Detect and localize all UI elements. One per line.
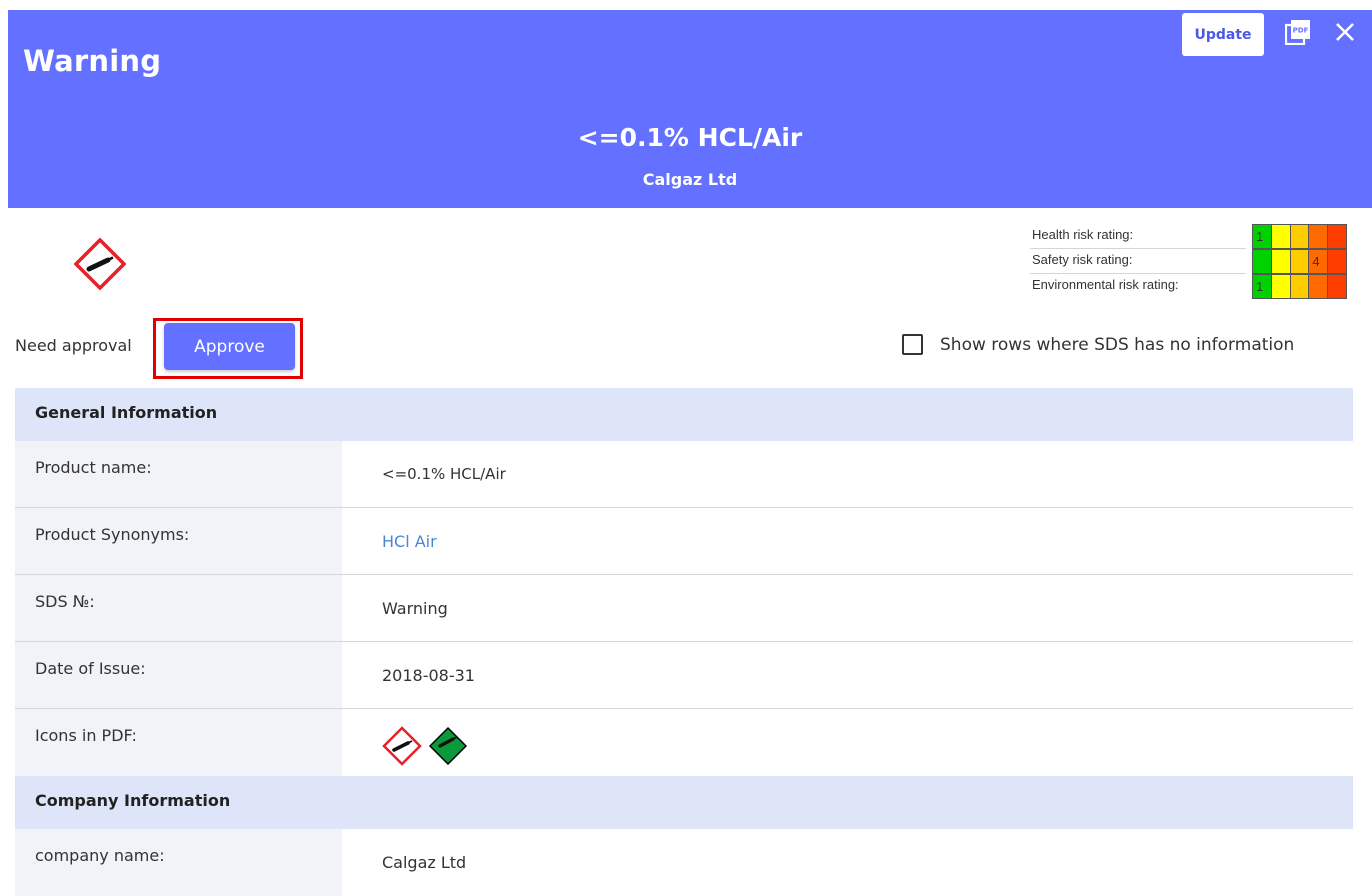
safety-risk-scale: 4	[1252, 249, 1352, 274]
risk-cell	[1327, 274, 1347, 299]
risk-cell	[1270, 224, 1291, 249]
risk-cell	[1289, 224, 1310, 249]
svg-text:PDF: PDF	[1293, 27, 1309, 35]
company-name-value: Calgaz Ltd	[382, 853, 467, 872]
risk-cell	[1270, 274, 1291, 299]
update-button[interactable]: Update	[1182, 13, 1264, 56]
safety-risk-label: Safety risk rating:	[1032, 252, 1133, 267]
green-gas-cylinder-icon	[428, 726, 468, 766]
risk-cell	[1308, 274, 1329, 299]
environmental-risk-value: 1	[1252, 274, 1272, 299]
approval-status: Need approval	[15, 336, 132, 355]
pdf-icon[interactable]: PDF	[1285, 19, 1311, 45]
environmental-risk-label: Environmental risk rating:	[1032, 277, 1179, 292]
gas-cylinder-icon	[73, 237, 127, 291]
company-name-label: company name:	[15, 829, 342, 896]
risk-cell	[1308, 224, 1329, 249]
risk-cell	[1252, 249, 1272, 274]
approve-button[interactable]: Approve	[164, 323, 295, 370]
date-of-issue-value: 2018-08-31	[382, 666, 475, 685]
risk-cell	[1289, 249, 1310, 274]
table-row: SDS №: Warning	[15, 575, 1353, 642]
safety-risk-row: Safety risk rating: 4	[1030, 249, 1353, 274]
environmental-risk-scale: 1	[1252, 274, 1352, 299]
sds-info-table: General Information Product name: <=0.1%…	[15, 388, 1353, 896]
health-risk-label: Health risk rating:	[1032, 227, 1134, 242]
product-synonyms-link[interactable]: HCl Air	[342, 508, 1353, 574]
signal-word-title: Warning	[23, 44, 162, 78]
product-title: <=0.1% HCL/Air	[577, 123, 803, 152]
risk-cell	[1289, 274, 1310, 299]
sds-header: Warning <=0.1% HCL/Air Calgaz Ltd Update…	[8, 10, 1372, 208]
environmental-risk-row: Environmental risk rating: 1	[1030, 274, 1353, 299]
table-row: Product name: <=0.1% HCL/Air	[15, 441, 1353, 508]
show-empty-rows-toggle[interactable]: Show rows where SDS has no information	[902, 334, 1294, 355]
company-subtitle: Calgaz Ltd	[642, 170, 738, 189]
health-risk-row: Health risk rating: 1	[1030, 224, 1353, 249]
table-row: Product Synonyms: HCl Air	[15, 508, 1353, 575]
product-name-label: Product name:	[15, 441, 342, 507]
icons-in-pdf-value	[342, 709, 1353, 776]
close-icon[interactable]	[1334, 21, 1356, 43]
product-synonyms-label: Product Synonyms:	[15, 508, 342, 574]
table-row: Date of Issue: 2018-08-31	[15, 642, 1353, 709]
section-company-information: Company Information	[15, 776, 1353, 829]
safety-risk-value: 4	[1308, 249, 1329, 274]
section-general-information: General Information	[15, 388, 1353, 441]
risk-cell	[1270, 249, 1291, 274]
sds-number-value: Warning	[382, 599, 448, 618]
icons-in-pdf-label: Icons in PDF:	[15, 709, 342, 776]
risk-cell	[1327, 249, 1347, 274]
table-row: company name: Calgaz Ltd	[15, 829, 1353, 896]
risk-cell	[1327, 224, 1347, 249]
date-of-issue-label: Date of Issue:	[15, 642, 342, 708]
sds-number-label: SDS №:	[15, 575, 342, 641]
health-risk-value: 1	[1252, 224, 1272, 249]
table-row: Icons in PDF:	[15, 709, 1353, 776]
gas-cylinder-icon	[382, 726, 422, 766]
show-empty-rows-checkbox[interactable]	[902, 334, 923, 355]
show-empty-rows-label[interactable]: Show rows where SDS has no information	[940, 335, 1294, 355]
product-name-value: <=0.1% HCL/Air	[382, 465, 506, 483]
health-risk-scale: 1	[1252, 224, 1352, 249]
